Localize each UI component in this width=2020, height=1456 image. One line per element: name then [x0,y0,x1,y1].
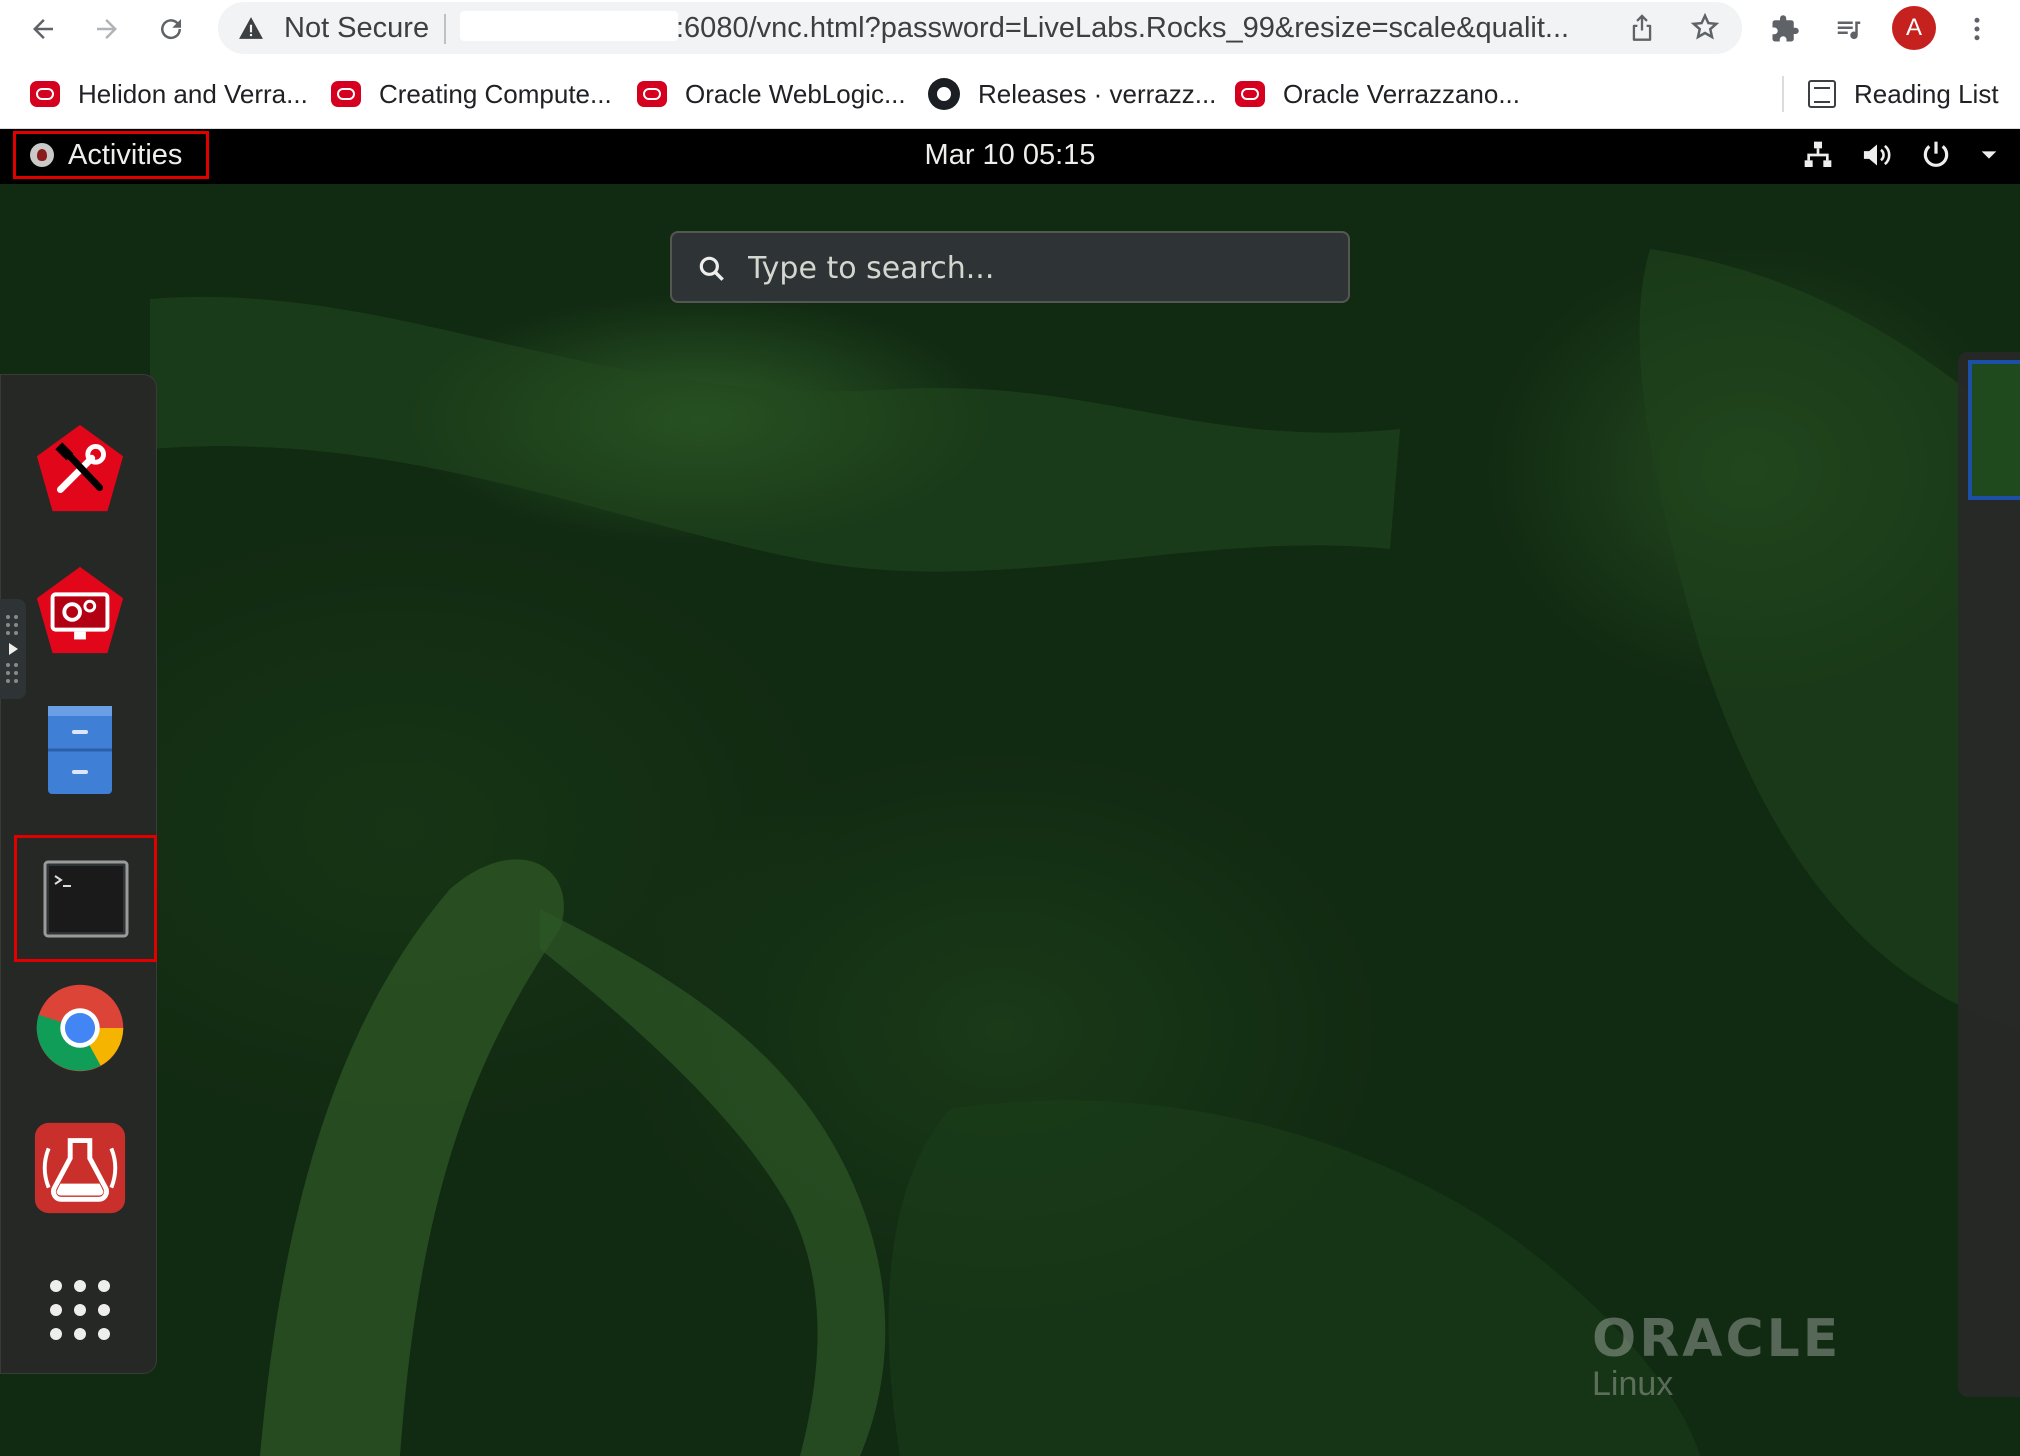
dash-item-chrome[interactable] [25,973,135,1083]
bookmark-label: Oracle WebLogic... [685,78,906,109]
volume-icon[interactable] [1860,139,1894,171]
vnc-desktop: Activities Mar 10 05:15 Type to search..… [0,129,2020,1456]
warning-icon [239,17,263,39]
dash [0,374,157,1374]
play-arrow-icon [6,615,18,683]
oracle-icon [1235,81,1265,107]
dash-item-lab[interactable] [25,1113,135,1223]
forward-button[interactable] [86,8,128,50]
share-icon[interactable] [1628,12,1656,42]
gnome-top-bar: Activities Mar 10 05:15 [0,129,2020,184]
bookmark-verrazzano[interactable]: Oracle Verrazzano... [1235,76,1520,112]
network-icon[interactable] [1802,139,1834,171]
reading-list-icon [1808,80,1836,108]
dash-item-settings[interactable] [25,557,135,667]
overview-search[interactable] [670,231,1350,303]
dash-item-terminal[interactable] [14,835,157,962]
bookmark-creating-compute[interactable]: Creating Compute... [331,76,612,112]
wallpaper-shapes [150,249,2020,1456]
chevron-down-icon[interactable] [1978,144,2000,166]
file-cabinet-icon [48,706,112,794]
clock[interactable]: Mar 10 05:15 [0,139,2020,172]
oracle-icon [331,81,361,107]
settings-display-icon [36,566,124,654]
reload-icon [161,19,182,40]
oracle-icon [30,81,60,107]
arrow-left-icon [33,19,53,39]
search-input[interactable] [746,247,1330,289]
show-applications-button[interactable] [25,1255,135,1365]
reading-list-label: Reading List [1854,78,1999,109]
bookmark-releases[interactable]: Releases · verrazz... [928,76,1216,112]
novnc-sidebar-handle[interactable] [0,599,26,699]
lab-flask-icon [34,1122,126,1214]
back-button[interactable] [22,8,64,50]
security-label[interactable]: Not Secure [284,12,429,45]
chrome-menu-button[interactable] [1956,8,1998,50]
dash-item-files[interactable] [25,695,135,805]
bookmarks-bar: Helidon and Verra... Creating Compute...… [0,58,2020,129]
address-divider [444,14,446,44]
terminal-icon [43,860,128,937]
extensions-button[interactable] [1764,8,1806,50]
bookmark-label: Releases · verrazz... [978,78,1217,109]
reading-list-button[interactable]: Reading List [1808,76,1999,112]
bookmark-label: Oracle Verrazzano... [1283,78,1520,109]
profile-avatar[interactable]: A [1892,6,1936,50]
more-vertical-icon [1974,17,1980,41]
star-icon[interactable] [1690,12,1720,42]
workspace-switcher [1958,352,2020,1397]
linux-wordmark: Linux [1592,1365,1674,1403]
workspace-thumbnail[interactable] [1968,360,2020,500]
bookmark-label: Creating Compute... [379,78,612,109]
redacted-host [460,11,678,41]
oracle-icon [637,81,667,107]
power-icon[interactable] [1920,139,1952,171]
chrome-icon [36,984,124,1072]
playlist-icon [1837,21,1861,40]
app-grid-icon [50,1280,110,1340]
dash-item-tools[interactable] [25,415,135,525]
url-text[interactable]: :6080/vnc.html?password=LiveLabs.Rocks_9… [676,12,1569,45]
browser-toolbar: Not Secure :6080/vnc.html?password=LiveL… [0,0,2020,58]
bookmark-weblogic[interactable]: Oracle WebLogic... [637,76,906,112]
oracle-wordmark: ORACLE [1592,1309,1842,1369]
github-icon [928,78,960,110]
media-controls-button[interactable] [1828,8,1870,50]
address-bar[interactable]: Not Secure :6080/vnc.html?password=LiveL… [218,2,1742,54]
bookmark-helidon[interactable]: Helidon and Verra... [30,76,308,112]
system-tray[interactable] [1802,139,2000,171]
bookmark-label: Helidon and Verra... [78,78,308,109]
search-icon [699,256,724,281]
oracle-linux-logo: ORACLE Linux [1592,1309,1841,1404]
puzzle-icon [1772,15,1799,42]
tools-icon [36,424,124,512]
bookmarks-divider [1782,76,1784,112]
arrow-right-icon [97,19,117,39]
reload-button[interactable] [150,8,192,50]
